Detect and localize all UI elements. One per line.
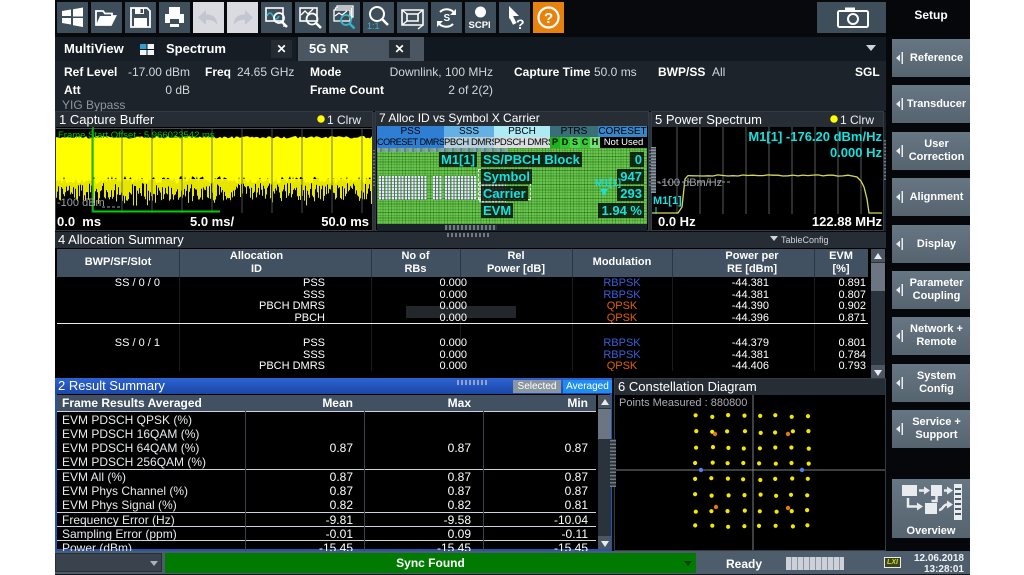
svg-text:?: ? <box>544 10 553 27</box>
svg-text:?: ? <box>516 16 525 32</box>
svg-text:-100 dBm: -100 dBm <box>57 197 105 209</box>
svg-text:SCPI: SCPI <box>469 20 491 31</box>
svg-text:M1[1]: M1[1] <box>653 195 682 207</box>
svg-text:1:1: 1:1 <box>367 21 380 31</box>
svg-text:S: S <box>444 13 451 24</box>
svg-text:Frame Start Offset : 5.9660235: Frame Start Offset : 5.966023542 ms <box>58 130 215 141</box>
svg-text:-100 dBm/Hz: -100 dBm/Hz <box>658 177 722 189</box>
